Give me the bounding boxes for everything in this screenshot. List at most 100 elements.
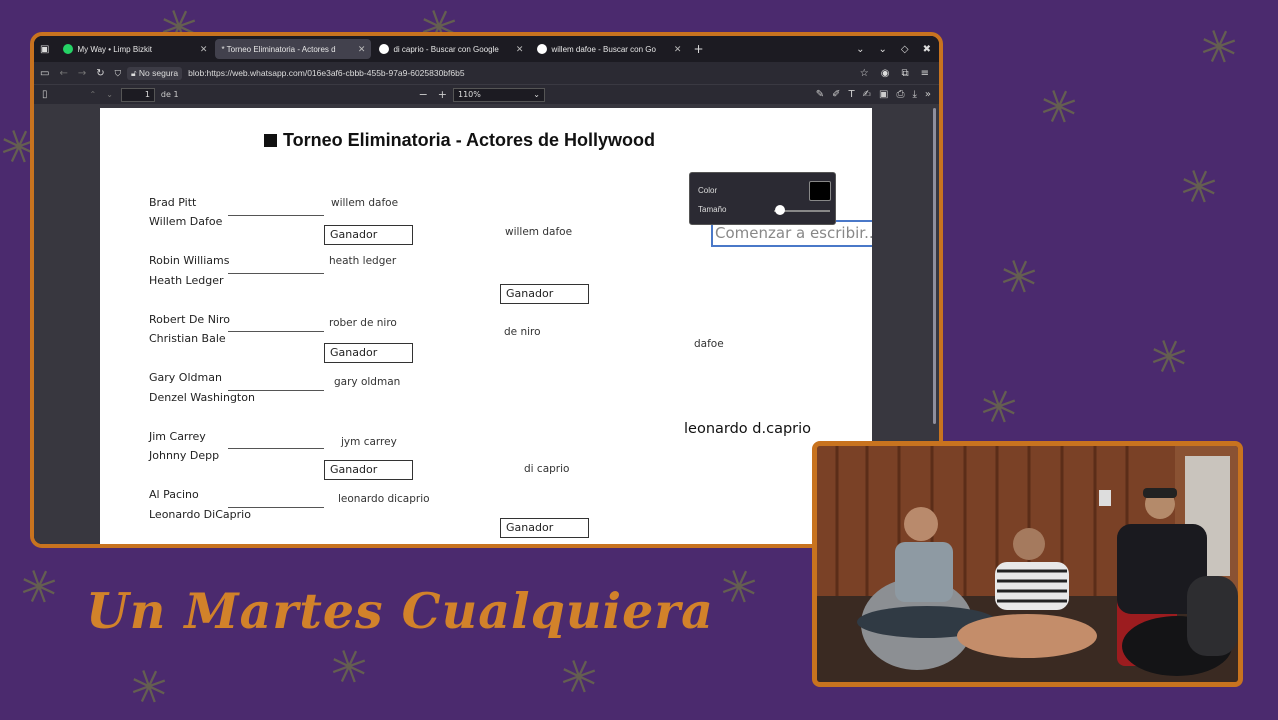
pdf-sidebar-icon[interactable]: ▯ xyxy=(42,89,48,100)
back-icon[interactable]: ← xyxy=(59,68,67,79)
size-slider-handle[interactable] xyxy=(774,205,785,215)
security-badge[interactable]: 🔓︎ No segura xyxy=(127,66,183,80)
tab-torneo[interactable]: * Torneo Eliminatoria - Actores d ✕ xyxy=(215,39,372,59)
draw-tool-icon[interactable]: ✐ xyxy=(832,89,840,100)
bracket-line xyxy=(228,215,324,216)
bracket-player: Jim Carrey xyxy=(149,430,206,443)
bracket-player: Johnny Depp xyxy=(149,449,220,462)
zoom-value: 110% xyxy=(458,89,481,99)
close-window-icon[interactable]: ✖ xyxy=(923,44,931,55)
account-icon[interactable]: ◉ xyxy=(881,68,890,79)
leaf-decoration-icon: ✳ xyxy=(321,635,377,699)
leaf-decoration-icon: ✳ xyxy=(1191,15,1247,79)
tab-my-way[interactable]: My Way • Limp Bizkit ✕ xyxy=(57,39,213,59)
bracket-player: Heath Ledger xyxy=(149,274,224,287)
shield-icon[interactable]: ⛉ xyxy=(115,68,121,79)
webcam-image xyxy=(817,446,1238,682)
close-tab-icon[interactable]: ✕ xyxy=(674,44,682,55)
winner-annotation[interactable]: willem dafoe xyxy=(505,226,572,238)
winner-annotation[interactable]: leonardo dicaprio xyxy=(338,493,430,505)
size-label: Tamaño xyxy=(698,205,727,214)
bracket-player: Christian Bale xyxy=(149,332,226,345)
extensions-icon[interactable]: ⧉ xyxy=(901,68,908,79)
browser-window: ▣ My Way • Limp Bizkit ✕ * Torneo Elimin… xyxy=(30,32,943,548)
winner-annotation[interactable]: rober de niro xyxy=(329,317,397,329)
winner-field[interactable]: Ganador xyxy=(500,518,589,538)
google-icon xyxy=(537,44,548,54)
url-text[interactable]: blob:https://web.whatsapp.com/016e3af6-c… xyxy=(188,68,464,78)
bracket-player: Brad Pitt xyxy=(149,196,197,209)
signature-tool-icon[interactable]: ✍ xyxy=(863,89,871,100)
final-annotation[interactable]: leonardo d.caprio xyxy=(684,421,811,437)
tab-willem-dafoe[interactable]: willem dafoe - Buscar con Go ✕ xyxy=(531,39,687,59)
winner-field[interactable]: Ganador xyxy=(324,343,413,363)
pdf-toolbar: ▯ ⌃ ⌄ 1 de 1 − + 110% ⌄ ✎ ✐ T ✍ ▣ ⎙ ⤓ » xyxy=(34,84,939,104)
text-tool-icon[interactable]: T xyxy=(849,89,855,100)
zoom-select[interactable]: 110% ⌄ xyxy=(453,87,545,102)
bracket-player: Leonardo DiCaprio xyxy=(149,508,251,521)
forward-icon[interactable]: → xyxy=(78,68,86,79)
leaf-decoration-icon: ✳ xyxy=(1031,75,1087,139)
print-icon[interactable]: ⎙ xyxy=(896,89,904,100)
tab-di-caprio[interactable]: di caprio - Buscar con Google ✕ xyxy=(373,39,529,59)
winner-annotation[interactable]: jym carrey xyxy=(341,436,397,448)
leaf-decoration-icon: ✳ xyxy=(1171,155,1227,219)
zoom-out-button[interactable]: − xyxy=(419,88,428,101)
winner-annotation[interactable]: dafoe xyxy=(694,338,724,350)
url-bar[interactable]: ⛉ 🔓︎ No segura blob:https://web.whatsapp… xyxy=(115,66,465,80)
next-page-icon[interactable]: ⌄ xyxy=(106,90,113,99)
tab-label: willem dafoe - Buscar con Go xyxy=(551,44,656,54)
page-number-input[interactable]: 1 xyxy=(120,87,155,102)
square-bullet-icon xyxy=(264,134,277,147)
color-picker[interactable] xyxy=(809,181,831,201)
list-tabs-icon[interactable]: ⌄ xyxy=(856,44,864,55)
prev-page-icon[interactable]: ⌃ xyxy=(90,90,97,99)
close-tab-icon[interactable]: ✕ xyxy=(200,44,208,55)
close-tab-icon[interactable]: ✕ xyxy=(358,44,366,55)
document-title-text: Torneo Eliminatoria - Actores de Hollywo… xyxy=(283,130,656,150)
tab-label: di caprio - Buscar con Google xyxy=(393,44,499,54)
winner-annotation[interactable]: di caprio xyxy=(524,463,569,475)
reload-icon[interactable]: ↻ xyxy=(96,68,104,79)
bracket-line xyxy=(228,273,324,274)
winner-annotation[interactable]: gary oldman xyxy=(334,376,400,388)
maximize-icon[interactable]: ◇ xyxy=(901,44,909,55)
bracket-player: Al Pacino xyxy=(149,488,199,501)
bracket-player: Willem Dafoe xyxy=(149,215,223,228)
more-tools-icon[interactable]: » xyxy=(925,89,931,100)
winner-field[interactable]: Ganador xyxy=(324,460,413,480)
whatsapp-icon xyxy=(63,44,74,54)
scrollbar[interactable] xyxy=(933,108,936,424)
leaf-decoration-icon: ✳ xyxy=(121,655,177,719)
color-label: Color xyxy=(698,186,718,195)
show-title: Un Martes Cualquiera xyxy=(86,582,714,640)
save-icon[interactable]: ⤓ xyxy=(912,89,916,100)
image-tool-icon[interactable]: ▣ xyxy=(879,89,888,100)
document-title: Torneo Eliminatoria - Actores de Hollywo… xyxy=(264,130,655,151)
winner-field[interactable]: Ganador xyxy=(324,225,413,245)
google-icon xyxy=(379,44,390,54)
chevron-down-icon: ⌄ xyxy=(533,89,540,99)
winner-field[interactable]: Ganador xyxy=(500,284,589,304)
leaf-decoration-icon: ✳ xyxy=(1141,325,1197,389)
zoom-in-button[interactable]: + xyxy=(438,88,447,101)
tab-overview-icon[interactable]: ▣ xyxy=(40,44,49,55)
text-tool-popup: Color Tamaño xyxy=(689,172,836,225)
pdf-viewer: Torneo Eliminatoria - Actores de Hollywo… xyxy=(34,104,939,544)
navigation-bar: ▭ ← → ↻ ⛉ 🔓︎ No segura blob:https://web.… xyxy=(34,62,939,84)
bookmark-star-icon[interactable]: ☆ xyxy=(860,68,869,79)
close-tab-icon[interactable]: ✕ xyxy=(516,44,524,55)
unlock-icon: 🔓︎ xyxy=(131,67,137,78)
winner-annotation[interactable]: heath ledger xyxy=(329,255,396,267)
bracket-line xyxy=(228,331,324,332)
winner-annotation[interactable]: willem dafoe xyxy=(331,197,398,209)
winner-annotation[interactable]: de niro xyxy=(504,326,541,338)
new-tab-button[interactable]: + xyxy=(693,42,703,56)
leaf-decoration-icon: ✳ xyxy=(551,645,607,709)
minimize-icon[interactable]: ⌄ xyxy=(879,44,887,55)
leaf-decoration-icon: ✳ xyxy=(971,375,1027,439)
sidebar-icon[interactable]: ▭ xyxy=(40,68,49,79)
bracket-line xyxy=(228,448,324,449)
menu-icon[interactable]: ≡ xyxy=(921,68,929,79)
highlight-tool-icon[interactable]: ✎ xyxy=(816,89,824,100)
